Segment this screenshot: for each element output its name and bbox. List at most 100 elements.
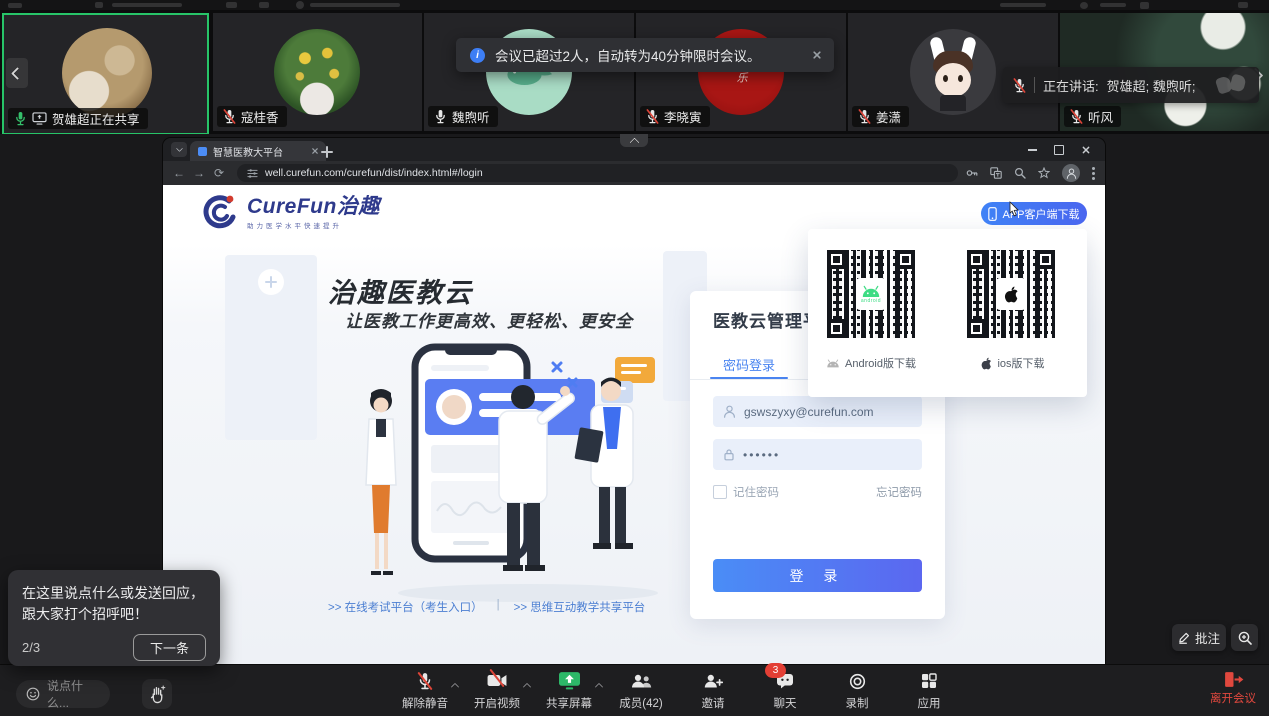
participant-tile-hexiongchao[interactable]: 贺雄超正在共享 xyxy=(2,13,209,135)
collapse-strip-button[interactable] xyxy=(620,134,648,147)
fullscreen-icon[interactable] xyxy=(1140,2,1149,9)
apple-logo-icon xyxy=(996,278,1026,310)
more-icon[interactable] xyxy=(1238,2,1248,8)
android-logo-icon: android xyxy=(856,278,886,310)
participant-name: 寇桂香 xyxy=(241,107,279,126)
share-options-chevron[interactable] xyxy=(596,677,602,695)
browser-tab[interactable]: 智慧医教大平台 xyxy=(190,141,326,161)
layout-grid-icon[interactable] xyxy=(226,2,237,8)
participant-strip: 贺雄超正在共享 寇桂香 魏煦听 xyxy=(0,10,1269,134)
username-value: gswszyxy@curefun.com xyxy=(744,405,874,419)
remember-row: 记住密码 忘记密码 xyxy=(713,484,922,500)
back-icon[interactable]: ← xyxy=(169,166,189,180)
new-tab-button[interactable] xyxy=(321,143,331,161)
grip-dots-icon xyxy=(8,3,22,8)
android-download-label: Android版下载 xyxy=(804,355,938,371)
annotate-button[interactable]: 批注 xyxy=(1172,624,1226,651)
settings-gear-icon[interactable] xyxy=(1080,2,1088,9)
participant-name: 姜潇 xyxy=(876,107,901,126)
tab-search-dropdown[interactable] xyxy=(171,142,187,157)
leave-meeting-button[interactable]: 离开会议 xyxy=(1202,671,1264,706)
settings-label-truncated xyxy=(1100,3,1126,7)
meeting-app-window: 贺雄超正在共享 寇桂香 魏煦听 xyxy=(0,0,1269,716)
apps-icon xyxy=(921,669,937,693)
person-icon xyxy=(723,405,736,418)
mic-on-icon xyxy=(14,111,27,126)
lock-icon xyxy=(723,448,735,461)
window-icon[interactable] xyxy=(259,2,269,8)
zoom-in-button[interactable] xyxy=(1231,624,1258,651)
mic-options-chevron[interactable] xyxy=(452,677,458,695)
mic-on-icon xyxy=(434,109,447,124)
share-screen-button[interactable]: 共享屏幕 xyxy=(540,669,598,715)
speaking-label: 正在讲话: xyxy=(1043,76,1099,95)
mic-muted-icon xyxy=(1070,109,1083,124)
record-button[interactable]: 录制 xyxy=(828,669,886,715)
site-settings-icon[interactable] xyxy=(247,168,258,179)
next-tip-button[interactable]: 下一条 xyxy=(133,634,206,661)
speaking-names: 贺雄超; 魏煦听; xyxy=(1107,76,1196,95)
participant-name: 听风 xyxy=(1088,107,1113,126)
site-logo: CureFun治趣 助力医学水平快速提升 xyxy=(203,193,380,233)
browser-menu-icon[interactable] xyxy=(1092,167,1095,180)
network-status-truncated xyxy=(1000,3,1046,7)
exam-platform-link[interactable]: >> 在线考试平台（考生入口） xyxy=(328,599,483,615)
toolbar: 解除静音 开启视频 共享屏幕 成员( xyxy=(396,669,958,715)
profile-avatar-icon[interactable] xyxy=(1062,164,1080,182)
link-divider: | xyxy=(497,599,500,615)
forgot-password-link[interactable]: 忘记密码 xyxy=(876,484,922,500)
participant-tile-kouguixiang[interactable]: 寇桂香 xyxy=(213,13,422,131)
video-options-chevron[interactable] xyxy=(524,677,530,695)
raise-hand-button[interactable] xyxy=(142,679,172,709)
emoji-smile-icon[interactable] xyxy=(26,687,40,701)
unmute-button[interactable]: 解除静音 xyxy=(396,669,454,715)
window-close-button[interactable] xyxy=(1082,146,1090,154)
quick-chat-input[interactable]: 说点什么... xyxy=(16,680,110,708)
zoom-icon[interactable] xyxy=(1014,167,1026,179)
app-download-button[interactable]: APP客户端下载 xyxy=(981,202,1087,225)
login-button[interactable]: 登 录 xyxy=(713,559,922,592)
bookmark-star-icon[interactable] xyxy=(1038,167,1050,179)
password-input[interactable]: •••••• xyxy=(713,439,922,470)
camera-off-icon xyxy=(487,669,507,693)
chat-button[interactable]: 3 聊天 xyxy=(756,669,814,715)
participant-name: 魏煦听 xyxy=(452,107,490,126)
translate-icon[interactable] xyxy=(990,167,1002,179)
invite-button[interactable]: 邀请 xyxy=(684,669,742,715)
mic-muted-icon xyxy=(223,109,236,124)
remember-label[interactable]: 记住密码 xyxy=(733,484,779,500)
avatar-mini-icon xyxy=(296,1,304,9)
participant-tile-lixiaoyin[interactable]: 喜乐 李晓寅 xyxy=(636,13,846,131)
avatar xyxy=(62,28,152,118)
window-maximize-button[interactable] xyxy=(1054,145,1064,155)
mic-muted-icon xyxy=(1013,78,1026,93)
remember-checkbox[interactable] xyxy=(713,485,727,499)
android-mini-icon xyxy=(826,359,840,368)
tab-close-icon[interactable] xyxy=(312,148,318,154)
forward-icon[interactable]: → xyxy=(189,166,209,180)
participant-name: 贺雄超正在共享 xyxy=(52,109,140,128)
participant-name: 李晓寅 xyxy=(664,107,702,126)
participant-tile-weixuxin[interactable]: 魏煦听 xyxy=(424,13,634,131)
leave-label: 离开会议 xyxy=(1210,690,1256,706)
chat-icon: 3 xyxy=(776,669,794,693)
members-button[interactable]: 成员(42) xyxy=(612,669,670,715)
qr-download-panel: android Android版下载 xyxy=(808,229,1087,397)
teaching-share-link[interactable]: >> 思维互动教学共享平台 xyxy=(514,599,646,615)
android-qr-code: android xyxy=(824,247,918,341)
toast-close-icon[interactable] xyxy=(813,51,821,59)
url-text: well.curefun.com/curefun/dist/index.html… xyxy=(265,167,483,179)
window-minimize-button[interactable] xyxy=(1028,149,1037,151)
refresh-icon[interactable]: ⟳ xyxy=(209,166,229,180)
browser-toolbar: ← → ⟳ well.curefun.com/curefun/dist/inde… xyxy=(163,161,1105,185)
omnibox[interactable]: well.curefun.com/curefun/dist/index.html… xyxy=(237,164,958,182)
chevron-left-icon xyxy=(11,67,24,80)
username-input[interactable]: gswszyxy@curefun.com xyxy=(713,396,922,427)
start-video-button[interactable]: 开启视频 xyxy=(468,669,526,715)
tab-password-login[interactable]: 密码登录 xyxy=(714,355,784,374)
raise-hand-icon xyxy=(149,685,166,704)
apps-button[interactable]: 应用 xyxy=(900,669,958,715)
strip-prev-button[interactable] xyxy=(6,58,28,88)
chat-placeholder: 说点什么... xyxy=(47,677,100,711)
password-key-icon[interactable] xyxy=(966,167,978,179)
